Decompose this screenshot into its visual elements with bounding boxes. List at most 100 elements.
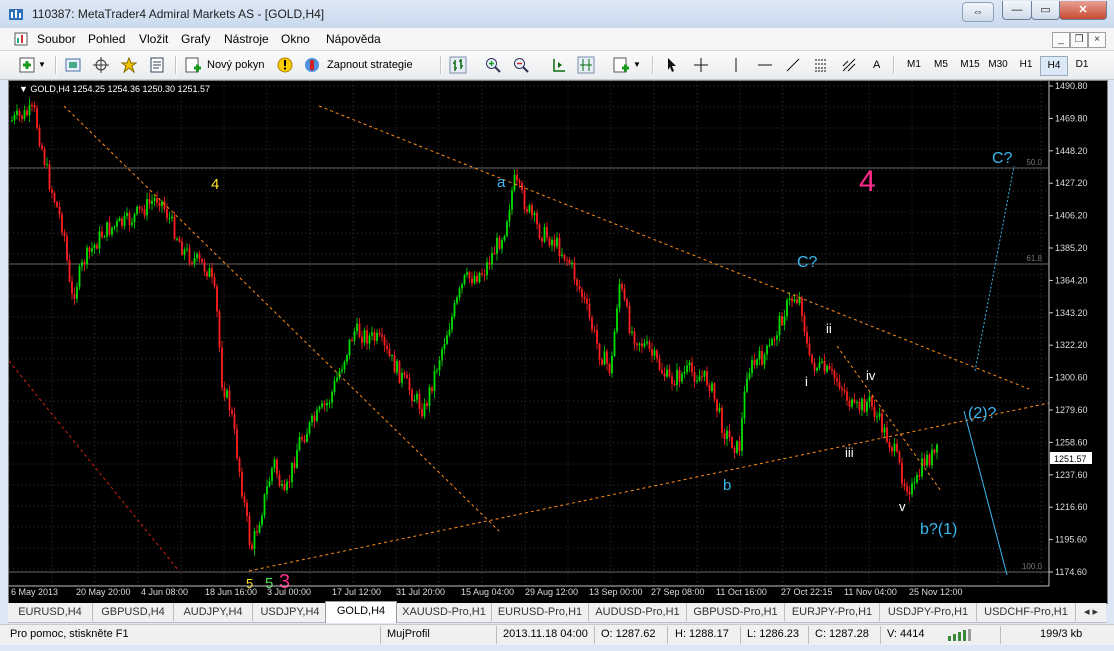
- chart-shift-icon[interactable]: [577, 56, 595, 74]
- candle-body: [783, 316, 786, 325]
- candle-body: [818, 362, 821, 368]
- candle-body: [823, 361, 826, 372]
- mdi-close-button[interactable]: ×: [1088, 32, 1106, 48]
- candle-body: [396, 361, 398, 373]
- tab-eurusd-h4[interactable]: EURUSD,H4: [8, 603, 93, 621]
- warning-icon[interactable]: [276, 56, 294, 74]
- zoom-in-icon[interactable]: [484, 56, 502, 74]
- horizontal-line-icon[interactable]: [756, 56, 774, 74]
- timeframe-m15[interactable]: M15: [957, 56, 983, 74]
- wave-label-i: i: [805, 374, 808, 389]
- timeframe-m1[interactable]: M1: [901, 56, 927, 74]
- dropdown-arrow-icon[interactable]: ▼: [38, 55, 46, 75]
- navigator-icon[interactable]: [148, 56, 166, 74]
- tab-xauusd-pro-h1[interactable]: XAUUSD-Pro,H1: [397, 603, 492, 621]
- candle-body: [663, 373, 666, 377]
- text-tool-button[interactable]: A: [873, 55, 880, 75]
- minimize-button[interactable]: —: [1002, 1, 1032, 20]
- resize-icon[interactable]: ⇔: [962, 2, 994, 22]
- crosshair-move-icon[interactable]: [92, 56, 110, 74]
- price-tick-label: 1279.60: [1055, 405, 1088, 415]
- channel-icon[interactable]: [812, 56, 830, 74]
- new-order-button[interactable]: Nový pokyn: [207, 55, 264, 75]
- fibonacci-icon[interactable]: [840, 56, 858, 74]
- candle-body: [841, 387, 843, 390]
- candle-body: [123, 215, 126, 227]
- tab-audusd-pro-h1[interactable]: AUDUSD-Pro,H1: [589, 603, 687, 621]
- menu-vlozit[interactable]: Vložit: [139, 32, 168, 46]
- profiles-icon[interactable]: [64, 56, 82, 74]
- indicators-icon[interactable]: [612, 56, 630, 74]
- menu-nastroje[interactable]: Nástroje: [224, 32, 269, 46]
- timeframe-h1[interactable]: H1: [1013, 56, 1039, 74]
- candle-body: [898, 451, 901, 463]
- bar-chart-icon[interactable]: [449, 56, 467, 74]
- candle-body: [256, 531, 258, 533]
- candle-body: [756, 359, 758, 366]
- menu-pohled[interactable]: Pohled: [88, 32, 125, 46]
- chart-canvas[interactable]: 50.0 61.8 100.0 4 a b C? 4 C? i ii iii i…: [9, 81, 1107, 603]
- close-button[interactable]: ✕: [1059, 1, 1107, 20]
- fib-61-label: 61.8: [1026, 254, 1042, 263]
- menu-napoveda[interactable]: Nápověda: [326, 32, 381, 46]
- auto-scroll-icon[interactable]: [550, 56, 568, 74]
- candle-body: [138, 206, 141, 209]
- vertical-line-icon[interactable]: [727, 56, 745, 74]
- candle-body: [348, 339, 351, 356]
- maximize-button[interactable]: ▭: [1031, 1, 1060, 20]
- chart-window-icon[interactable]: [14, 32, 28, 46]
- tab-scroll-arrows[interactable]: ◂ ▸: [1078, 603, 1104, 621]
- candle-body: [383, 336, 386, 346]
- strategy-icon[interactable]: [303, 56, 321, 74]
- tab-gbpusd-h4[interactable]: GBPUSD,H4: [93, 603, 174, 621]
- candle-body: [873, 406, 876, 417]
- candle-body: [318, 407, 321, 410]
- candle-body: [618, 283, 621, 309]
- cursor-icon[interactable]: [663, 56, 681, 74]
- candle-body: [733, 447, 736, 453]
- candle-body: [586, 298, 588, 304]
- crosshair-icon[interactable]: [692, 56, 710, 74]
- candle-body: [463, 274, 466, 285]
- zoom-out-icon[interactable]: [512, 56, 530, 74]
- trendline-icon[interactable]: [784, 56, 802, 74]
- candle-body: [423, 403, 426, 417]
- candle-body: [661, 369, 663, 374]
- mdi-minimize-button[interactable]: _: [1052, 32, 1070, 48]
- price-tick-label: 1216.60: [1055, 502, 1088, 512]
- expert-advisors-icon[interactable]: [120, 56, 138, 74]
- timeframe-h4[interactable]: H4: [1040, 56, 1068, 76]
- candle-body: [868, 396, 871, 402]
- candle-body: [231, 410, 233, 414]
- start-strategy-button[interactable]: Zapnout strategie: [327, 55, 413, 75]
- tab-gold-h4[interactable]: GOLD,H4: [325, 601, 397, 623]
- candle-body: [566, 259, 568, 261]
- tab-eurjpy-pro-h1[interactable]: EURJPY-Pro,H1: [785, 603, 880, 621]
- menu-okno[interactable]: Okno: [281, 32, 310, 46]
- connection-bars-icon[interactable]: [946, 628, 974, 642]
- mdi-restore-button[interactable]: ❐: [1070, 32, 1088, 48]
- candle-body: [326, 402, 328, 406]
- price-chart[interactable]: 50.0 61.8 100.0 4 a b C? 4 C? i ii iii i…: [8, 80, 1108, 604]
- tab-usdjpy-h4[interactable]: USDJPY,H4: [253, 603, 328, 621]
- new-chart-icon[interactable]: [18, 56, 36, 74]
- dropdown-arrow-icon[interactable]: ▼: [633, 55, 641, 75]
- price-tick-label: 1343.20: [1055, 308, 1088, 318]
- title-bar[interactable]: 110387: MetaTrader4 Admiral Markets AS -…: [0, 0, 1114, 28]
- tab-audjpy-h4[interactable]: AUDJPY,H4: [174, 603, 253, 621]
- timeframe-m5[interactable]: M5: [928, 56, 954, 74]
- new-order-icon[interactable]: [184, 56, 202, 74]
- tab-eurusd-pro-h1[interactable]: EURUSD-Pro,H1: [492, 603, 589, 621]
- tab-gbpusd-pro-h1[interactable]: GBPUSD-Pro,H1: [687, 603, 785, 621]
- candle-body: [901, 462, 903, 484]
- timeframe-d1[interactable]: D1: [1069, 56, 1095, 74]
- candle-body: [493, 253, 496, 255]
- tab-usdchf-pro-h1[interactable]: USDCHF-Pro,H1: [977, 603, 1076, 621]
- menu-grafy[interactable]: Grafy: [181, 32, 210, 46]
- candle-body: [416, 393, 418, 400]
- timeframe-m30[interactable]: M30: [985, 56, 1011, 74]
- candle-body: [923, 458, 926, 466]
- collapse-arrow-icon[interactable]: ▼: [19, 84, 30, 94]
- tab-usdjpy-pro-h1[interactable]: USDJPY-Pro,H1: [880, 603, 977, 621]
- menu-soubor[interactable]: Soubor: [37, 32, 76, 46]
